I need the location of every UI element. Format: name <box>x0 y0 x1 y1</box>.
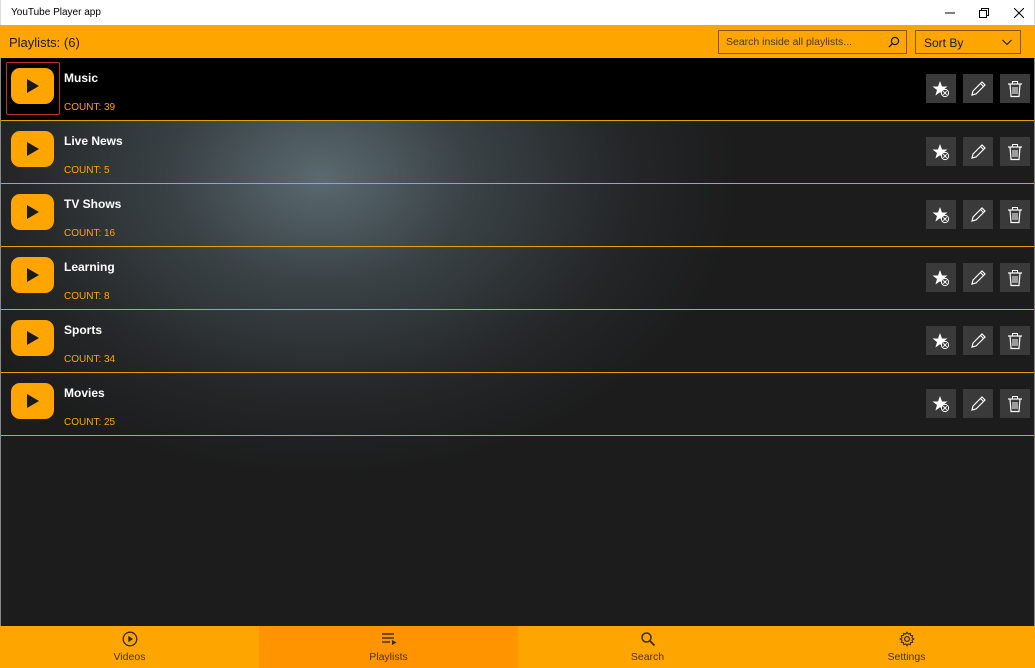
minimize-icon <box>945 12 955 13</box>
trash-icon <box>1008 332 1022 349</box>
playlist-list: Music COUNT: 39 Live News COUNT: 5 TV Shows C… <box>0 58 1035 626</box>
playlist-count: COUNT: 16 <box>64 228 116 239</box>
delete-button[interactable] <box>1000 263 1030 292</box>
trash-icon <box>1008 395 1022 412</box>
pencil-icon <box>971 80 986 96</box>
search-icon <box>640 632 655 647</box>
nav-label: Videos <box>113 651 146 663</box>
nav-label: Settings <box>887 651 926 663</box>
restore-icon <box>979 7 989 18</box>
delete-button[interactable] <box>1000 137 1030 166</box>
search-box[interactable] <box>718 30 907 54</box>
playlists-header: Playlists: (6) Sort By <box>0 25 1035 58</box>
favorite-button[interactable] <box>926 326 956 355</box>
trash-icon <box>1008 269 1022 286</box>
play-icon <box>26 205 39 219</box>
edit-button[interactable] <box>963 74 993 103</box>
sort-dropdown[interactable]: Sort By <box>915 30 1021 54</box>
delete-button[interactable] <box>1000 389 1030 418</box>
window-title: YouTube Player app <box>11 7 101 18</box>
star-remove-icon <box>932 143 950 160</box>
trash-icon <box>1008 80 1022 97</box>
playlist-row[interactable]: TV Shows COUNT: 16 <box>1 184 1034 247</box>
play-playlist-button[interactable] <box>11 320 54 356</box>
playlists-count-label: Playlists: (6) <box>9 35 80 50</box>
nav-settings[interactable]: Settings <box>777 626 1035 668</box>
edit-button[interactable] <box>963 137 993 166</box>
playlist-name: Music <box>64 71 99 85</box>
playlist-count: COUNT: 5 <box>64 165 110 176</box>
gear-icon <box>898 631 915 647</box>
title-bar: YouTube Player app <box>0 0 1035 25</box>
edit-button[interactable] <box>963 389 993 418</box>
nav-label: Search <box>630 651 665 663</box>
sort-label: Sort By <box>924 36 964 50</box>
play-playlist-button[interactable] <box>11 383 54 419</box>
play-playlist-button[interactable] <box>11 257 54 293</box>
star-remove-icon <box>932 80 950 97</box>
favorite-button[interactable] <box>926 200 956 229</box>
play-icon <box>26 394 39 408</box>
nav-playlists[interactable]: Playlists <box>259 626 518 668</box>
trash-icon <box>1008 143 1022 160</box>
playlist-name: Sports <box>64 323 103 337</box>
pencil-icon <box>971 206 986 222</box>
playlist-row[interactable]: Sports COUNT: 34 <box>1 310 1034 373</box>
play-icon <box>26 331 39 345</box>
edit-button[interactable] <box>963 200 993 229</box>
bottom-nav: Videos Playlists Search Settings <box>0 626 1035 668</box>
play-icon <box>26 79 39 93</box>
nav-search[interactable]: Search <box>518 626 777 668</box>
favorite-button[interactable] <box>926 74 956 103</box>
favorite-button[interactable] <box>926 389 956 418</box>
playlist-name: Live News <box>64 134 123 148</box>
close-button[interactable] <box>1002 0 1035 25</box>
star-remove-icon <box>932 206 950 223</box>
close-icon <box>1014 7 1024 18</box>
play-playlist-button[interactable] <box>11 194 54 230</box>
search-input[interactable] <box>719 31 884 53</box>
playlist-count: COUNT: 34 <box>64 354 116 365</box>
favorite-button[interactable] <box>926 263 956 292</box>
playlist-count: COUNT: 8 <box>64 291 110 302</box>
star-remove-icon <box>932 395 950 412</box>
play-icon <box>26 268 39 282</box>
playlist-name: TV Shows <box>64 197 122 211</box>
delete-button[interactable] <box>1000 326 1030 355</box>
playlist-row[interactable]: Learning COUNT: 8 <box>1 247 1034 310</box>
delete-button[interactable] <box>1000 200 1030 229</box>
nav-label: Playlists <box>369 651 408 663</box>
playlist-name: Movies <box>64 386 105 400</box>
restore-button[interactable] <box>967 0 1001 25</box>
edit-button[interactable] <box>963 326 993 355</box>
play-playlist-button[interactable] <box>11 131 54 167</box>
play-playlist-button[interactable] <box>11 68 54 104</box>
play-icon <box>26 142 39 156</box>
star-remove-icon <box>932 269 950 286</box>
minimize-button[interactable] <box>933 0 967 25</box>
edit-button[interactable] <box>963 263 993 292</box>
delete-button[interactable] <box>1000 74 1030 103</box>
playlist-count: COUNT: 39 <box>64 102 116 113</box>
trash-icon <box>1008 206 1022 223</box>
playlist-row[interactable]: Movies COUNT: 25 <box>1 373 1034 436</box>
chevron-down-icon <box>1002 39 1012 46</box>
pencil-icon <box>971 395 986 411</box>
nav-videos[interactable]: Videos <box>0 626 259 668</box>
pencil-icon <box>971 332 986 348</box>
playlist-icon <box>381 633 396 645</box>
playlist-row[interactable]: Live News COUNT: 5 <box>1 121 1034 184</box>
pencil-icon <box>971 269 986 285</box>
playlist-name: Learning <box>64 260 115 274</box>
playlist-row[interactable]: Music COUNT: 39 <box>1 58 1034 121</box>
pencil-icon <box>971 143 986 159</box>
playlist-count: COUNT: 25 <box>64 417 116 428</box>
search-icon[interactable] <box>888 36 900 48</box>
play-circle-icon <box>122 631 137 647</box>
favorite-button[interactable] <box>926 137 956 166</box>
star-remove-icon <box>932 332 950 349</box>
